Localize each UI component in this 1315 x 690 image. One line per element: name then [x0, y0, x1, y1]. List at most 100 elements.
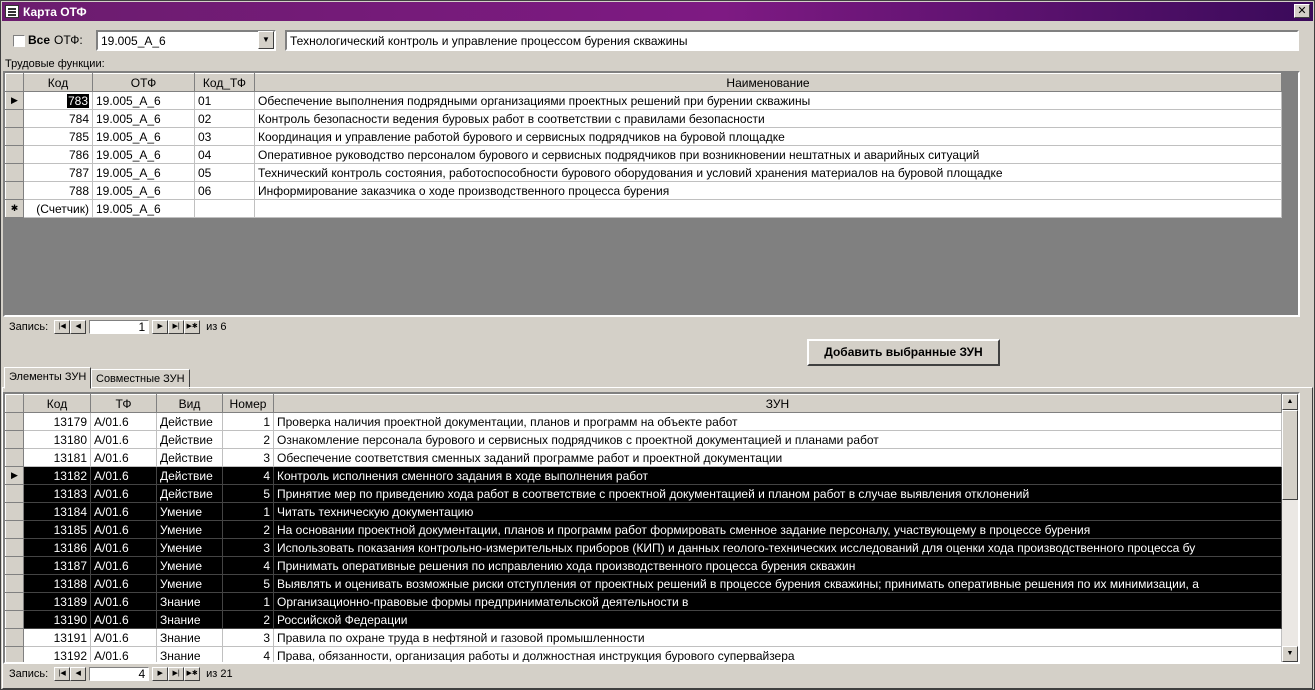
table-row[interactable]: 788 19.005_А_6 06 Информирование заказчика …	[5, 181, 1282, 200]
chevron-down-icon[interactable]: ▼	[258, 31, 274, 49]
zun-cell-nomer[interactable]: 3	[222, 628, 274, 647]
row-selector[interactable]	[5, 127, 24, 146]
zun-cell-nomer[interactable]: 3	[222, 448, 274, 467]
new-record-icon[interactable]: ▶✱	[184, 667, 201, 681]
zun-header-vid[interactable]: Вид	[156, 394, 223, 413]
zun-cell-tf[interactable]: A/01.6	[90, 484, 157, 503]
zun-cell-tf[interactable]: A/01.6	[90, 610, 157, 629]
zun-cell-zun[interactable]: На основании проектной документации, пла…	[273, 520, 1282, 539]
tf-cell-kod[interactable]: 784	[23, 109, 93, 128]
table-row[interactable]: 13190 A/01.6 Знание 2 Российской Федерации	[5, 610, 1282, 629]
tf-cell-kod-tf[interactable]: 03	[194, 127, 255, 146]
zun-current-record-input[interactable]: 4	[89, 667, 150, 681]
zun-cell-vid[interactable]: Умение	[156, 520, 223, 539]
row-selector[interactable]	[5, 484, 24, 503]
table-row[interactable]: 13183 A/01.6 Действие 5 Принятие мер по прив…	[5, 484, 1282, 503]
tf-cell-kod-tf[interactable]: 01	[194, 91, 255, 110]
row-selector[interactable]	[5, 163, 24, 182]
zun-cell-tf[interactable]: A/01.6	[90, 448, 157, 467]
zun-cell-zun[interactable]: Принятие мер по приведению хода работ в …	[273, 484, 1282, 503]
table-row[interactable]: 13192 A/01.6 Знание 4 Права, обязанности, ор…	[5, 646, 1282, 662]
row-selector[interactable]	[5, 448, 24, 467]
row-selector[interactable]	[5, 502, 24, 521]
zun-cell-vid[interactable]: Знание	[156, 592, 223, 611]
scroll-thumb[interactable]	[1282, 410, 1298, 500]
table-row[interactable]: 13187 A/01.6 Умение 4 Принимать оперативные …	[5, 556, 1282, 575]
table-row[interactable]: 786 19.005_А_6 04 Оперативное руководство п…	[5, 145, 1282, 164]
tf-cell-kod-tf[interactable]: 04	[194, 145, 255, 164]
tf-cell-kod-tf[interactable]	[194, 199, 255, 218]
zun-cell-vid[interactable]: Действие	[156, 466, 223, 485]
table-row[interactable]: 784 19.005_А_6 02 Контроль безопасности вед…	[5, 109, 1282, 128]
table-row[interactable]: 13189 A/01.6 Знание 1 Организационно-правовы…	[5, 592, 1282, 611]
zun-cell-vid[interactable]: Умение	[156, 538, 223, 557]
first-record-icon[interactable]: |◀	[54, 667, 71, 681]
zun-cell-nomer[interactable]: 4	[222, 466, 274, 485]
row-selector[interactable]	[5, 430, 24, 449]
tf-header-otf[interactable]: ОТФ	[92, 73, 195, 92]
row-selector[interactable]: ▶	[5, 466, 24, 485]
table-row[interactable]: 13191 A/01.6 Знание 3 Правила по охране труд…	[5, 628, 1282, 647]
tf-cell-kod[interactable]: 783	[23, 91, 93, 110]
zun-cell-vid[interactable]: Действие	[156, 448, 223, 467]
table-row[interactable]: 787 19.005_А_6 05 Технический контроль сост…	[5, 163, 1282, 182]
tf-cell-name[interactable]: Информирование заказчика о ходе производ…	[254, 181, 1282, 200]
row-selector[interactable]	[5, 628, 24, 647]
zun-cell-kod[interactable]: 13180	[23, 430, 91, 449]
close-button[interactable]: ✕	[1294, 4, 1310, 18]
zun-cell-nomer[interactable]: 2	[222, 520, 274, 539]
prev-record-icon[interactable]: ◀	[70, 667, 87, 681]
tf-cell-name[interactable]: Оперативное руководство персоналом буров…	[254, 145, 1282, 164]
zun-header-kod[interactable]: Код	[23, 394, 91, 413]
tf-cell-kod[interactable]: 785	[23, 127, 93, 146]
zun-cell-kod[interactable]: 13187	[23, 556, 91, 575]
tf-grid[interactable]: Код ОТФ Код_ТФ Наименование ▶ 783 19.005_А…	[3, 71, 1300, 317]
zun-cell-vid[interactable]: Знание	[156, 610, 223, 629]
zun-cell-kod[interactable]: 13186	[23, 538, 91, 557]
zun-cell-tf[interactable]: A/01.6	[90, 466, 157, 485]
table-row[interactable]: 13179 A/01.6 Действие 1 Проверка наличия про…	[5, 412, 1282, 431]
zun-cell-zun[interactable]: Контроль исполнения сменного задания в х…	[273, 466, 1282, 485]
tf-header-name[interactable]: Наименование	[254, 73, 1282, 92]
tf-cell-otf[interactable]: 19.005_А_6	[92, 127, 195, 146]
zun-cell-vid[interactable]: Умение	[156, 556, 223, 575]
zun-header-nomer[interactable]: Номер	[222, 394, 274, 413]
tf-cell-kod-tf[interactable]: 02	[194, 109, 255, 128]
scroll-up-icon[interactable]: ▲	[1282, 394, 1298, 410]
tf-cell-otf[interactable]: 19.005_А_6	[92, 163, 195, 182]
tf-cell-kod[interactable]: 787	[23, 163, 93, 182]
table-row[interactable]: 13186 A/01.6 Умение 3 Использовать показания…	[5, 538, 1282, 557]
zun-cell-zun[interactable]: Принимать оперативные решения по исправл…	[273, 556, 1282, 575]
table-row[interactable]: 13180 A/01.6 Действие 2 Ознакомление персона…	[5, 430, 1282, 449]
tf-cell-otf[interactable]: 19.005_А_6	[92, 145, 195, 164]
row-selector[interactable]	[5, 181, 24, 200]
zun-cell-tf[interactable]: A/01.6	[90, 430, 157, 449]
row-selector[interactable]	[5, 538, 24, 557]
row-selector[interactable]	[5, 412, 24, 431]
zun-vertical-scrollbar[interactable]: ▲ ▼	[1282, 394, 1298, 662]
tab-zun-elements[interactable]: Элементы ЗУН	[4, 367, 92, 389]
tf-header-kod-tf[interactable]: Код_ТФ	[194, 73, 255, 92]
last-record-icon[interactable]: ▶|	[168, 320, 185, 334]
zun-cell-nomer[interactable]: 2	[222, 610, 274, 629]
zun-cell-kod[interactable]: 13192	[23, 646, 91, 662]
zun-cell-nomer[interactable]: 1	[222, 412, 274, 431]
zun-cell-vid[interactable]: Действие	[156, 412, 223, 431]
new-record-icon[interactable]: ▶✱	[184, 320, 201, 334]
zun-cell-zun[interactable]: Ознакомление персонала бурового и сервис…	[273, 430, 1282, 449]
zun-cell-zun[interactable]: Права, обязанности, организация работы и…	[273, 646, 1282, 662]
tf-cell-name[interactable]: Контроль безопасности ведения буровых ра…	[254, 109, 1282, 128]
zun-cell-zun[interactable]: Выявлять и оценивать возможные риски отс…	[273, 574, 1282, 593]
zun-cell-vid[interactable]: Знание	[156, 646, 223, 662]
zun-cell-tf[interactable]: A/01.6	[90, 574, 157, 593]
zun-cell-kod[interactable]: 13179	[23, 412, 91, 431]
tf-cell-otf[interactable]: 19.005_А_6	[92, 181, 195, 200]
scroll-down-icon[interactable]: ▼	[1282, 646, 1298, 662]
zun-cell-nomer[interactable]: 1	[222, 592, 274, 611]
table-row[interactable]: 785 19.005_А_6 03 Координация и управление …	[5, 127, 1282, 146]
zun-cell-zun[interactable]: Читать техническую документацию	[273, 502, 1282, 521]
zun-cell-vid[interactable]: Действие	[156, 430, 223, 449]
zun-cell-kod[interactable]: 13183	[23, 484, 91, 503]
first-record-icon[interactable]: |◀	[54, 320, 71, 334]
table-row[interactable]: 13184 A/01.6 Умение 1 Читать техническую док…	[5, 502, 1282, 521]
